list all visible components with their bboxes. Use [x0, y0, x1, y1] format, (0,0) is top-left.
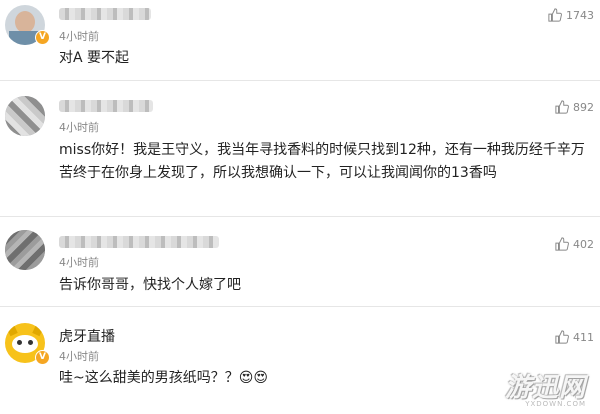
- like-button[interactable]: 892: [555, 100, 594, 114]
- like-button[interactable]: 1743: [548, 8, 594, 22]
- comment-time: 4小时前: [59, 350, 99, 363]
- verified-badge-icon: V: [35, 30, 50, 45]
- comment-text: 告诉你哥哥，快找个人嫁了吧: [59, 277, 241, 293]
- like-button[interactable]: 411: [555, 330, 594, 344]
- avatar[interactable]: [5, 230, 45, 270]
- comment-time: 4小时前: [59, 121, 99, 134]
- comment-time: 4小时前: [59, 30, 99, 43]
- like-count: 411: [573, 330, 594, 344]
- divider: [0, 80, 600, 81]
- like-count: 892: [573, 100, 594, 114]
- like-count: 402: [573, 237, 594, 251]
- thumbs-up-icon: [555, 100, 569, 114]
- site-watermark: 游迅网 YXDOWN.COM: [505, 367, 586, 408]
- thumbs-up-icon: [555, 237, 569, 251]
- watermark-logo-text: 游迅网: [504, 373, 586, 403]
- verified-badge-icon: V: [35, 350, 50, 365]
- like-count: 1743: [566, 8, 594, 22]
- divider: [0, 216, 600, 217]
- like-button[interactable]: 402: [555, 237, 594, 251]
- comment-text: 对A 要不起: [59, 50, 130, 66]
- thumbs-up-icon: [548, 8, 562, 22]
- comment-text: miss你好！我是王守义，我当年寻找香料的时候只找到12种，还有一种我历经千辛万…: [59, 142, 585, 181]
- blurred-username: [59, 8, 151, 20]
- username[interactable]: 虎牙直播: [59, 326, 115, 346]
- blurred-username: [59, 100, 153, 112]
- comment-time: 4小时前: [59, 256, 99, 269]
- blurred-username: [59, 236, 219, 248]
- comment-text: 哇~这么甜美的男孩纸吗？？😍😍: [59, 370, 268, 386]
- avatar[interactable]: [5, 96, 45, 136]
- divider: [0, 306, 600, 307]
- thumbs-up-icon: [555, 330, 569, 344]
